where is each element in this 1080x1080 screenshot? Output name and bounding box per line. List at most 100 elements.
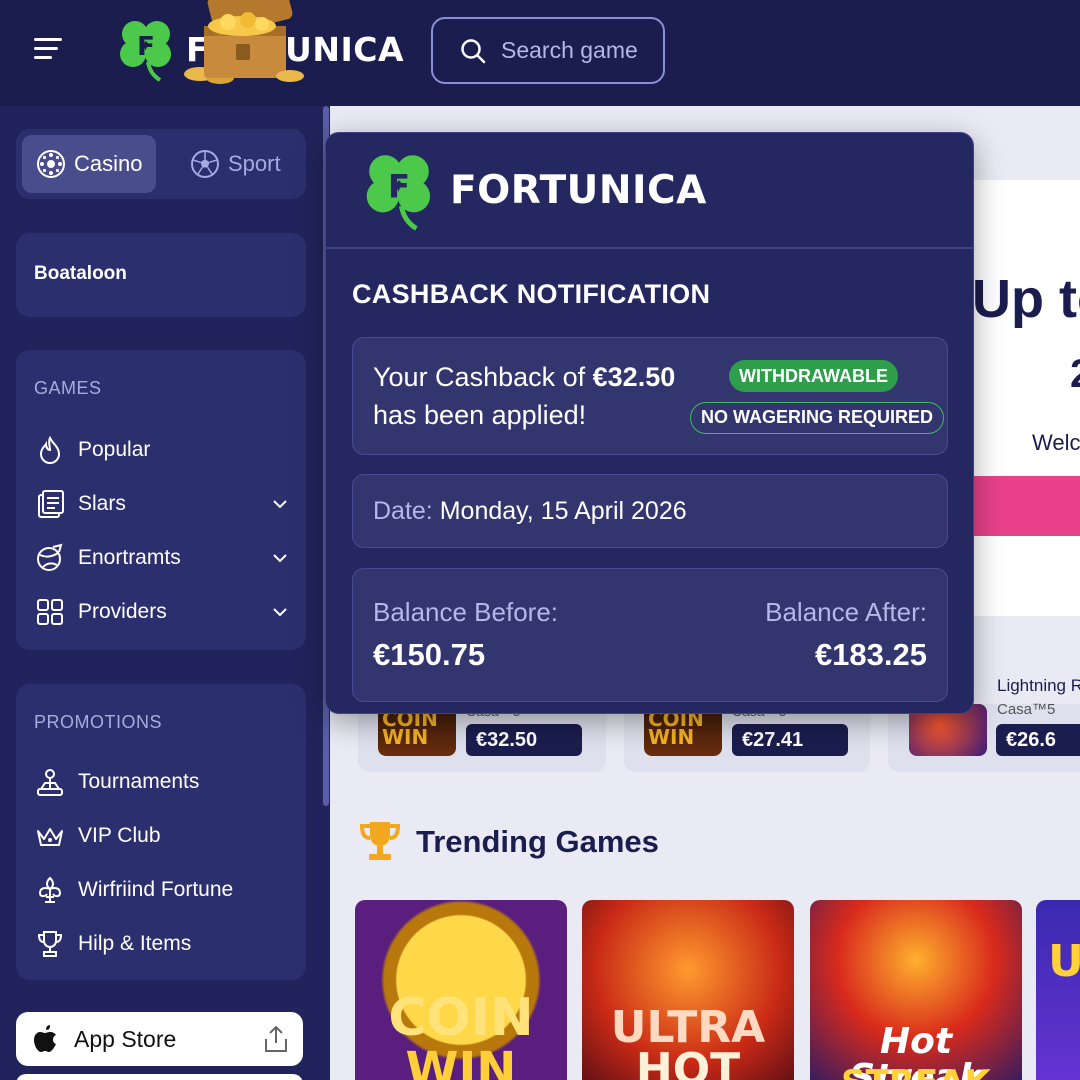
balance-after-value: €183.25 (814, 637, 927, 672)
notification-brand: FORTUNICA (450, 167, 707, 213)
sidebar-item-label: Hilp & Items (78, 932, 192, 955)
tab-sport-label: Sport (228, 151, 281, 176)
app-store-label: App Store (74, 1025, 177, 1052)
share-icon (265, 1025, 287, 1052)
sidebar-item-tournaments[interactable]: Tournaments (34, 760, 296, 804)
sidebar-item-popular[interactable]: Popular (34, 428, 296, 472)
sidebar-item-label: Popular (78, 438, 151, 461)
win-amount: €32.50 (466, 724, 582, 756)
top-header: F FORTUNICA Search game (0, 0, 1080, 106)
trophy-icon (37, 931, 63, 957)
flame-icon (39, 435, 61, 464)
chevron-down-icon[interactable] (272, 550, 288, 566)
sidebar-item-label: VIP Club (78, 824, 161, 847)
roulette-icon (37, 150, 65, 178)
game-tile[interactable]: Hot Streak STREAK (810, 900, 1022, 1080)
sidebar-item-wirfriind-fortune[interactable]: Wirfriind Fortune (34, 868, 296, 912)
win-amount: €27.41 (732, 724, 848, 756)
joystick-icon (37, 769, 63, 796)
game-title: U (1048, 936, 1080, 987)
game-title: COIN (388, 988, 534, 1048)
win-sub: Casa™5 (997, 701, 1056, 718)
thumb-title: COIN WIN (648, 707, 704, 749)
cashback-message: Your Cashback of €32.50 (373, 362, 675, 393)
cashback-prefix: Your Cashback of (373, 362, 593, 392)
tab-casino-label: Casino (74, 151, 143, 176)
promotions-section: PROMOTIONS Tournaments VIP Club Wirfriin… (16, 684, 306, 980)
clover-logo-icon: F (120, 21, 171, 82)
promo-card[interactable]: Boataloon (16, 233, 306, 317)
hero-headline: Up to (972, 269, 1080, 329)
svg-text:F: F (137, 32, 155, 62)
no-wagering-badge: NO WAGERING REQUIRED (690, 402, 945, 434)
cashback-amount: €32.50 (592, 362, 676, 392)
balance-before-label: Balance Before: (373, 597, 559, 627)
search-input[interactable]: Search game (431, 17, 665, 84)
treasure-chest-icon (184, 0, 304, 84)
divider (326, 247, 973, 249)
win-game-title: Lightning R (997, 676, 1080, 695)
withdrawable-badge: WITHDRAWABLE (729, 360, 898, 392)
hero-cta-button[interactable] (974, 476, 1080, 536)
balance-before-value: €150.75 (373, 637, 486, 672)
app-store-button[interactable]: App Store (16, 1012, 303, 1066)
sidebar-item-providers[interactable]: Providers (34, 590, 296, 634)
fleur-icon (38, 876, 62, 903)
date-label: Date: (373, 497, 433, 525)
slot-list-icon (38, 490, 64, 518)
mode-switch: Casino Sport (16, 129, 306, 199)
hamburger-menu-icon[interactable] (34, 38, 62, 60)
promotions-section-title: PROMOTIONS (34, 712, 163, 732)
hero-number: 2 (1070, 352, 1080, 397)
sidebar-item-label: Providers (78, 600, 167, 623)
soccer-ball-icon (191, 150, 219, 178)
trending-header: Trending Games (356, 818, 659, 866)
recent-win-card[interactable]: COIN WIN Casa™5 €27.41 (624, 703, 870, 772)
clover-logo-icon: F (366, 155, 431, 231)
google-play-button[interactable] (16, 1074, 303, 1080)
sidebar-item-label: Tournaments (78, 770, 200, 793)
date-box: Date: Monday, 15 April 2026 (352, 474, 948, 548)
search-icon (461, 38, 486, 63)
search-placeholder: Search game (501, 37, 638, 63)
game-subtitle: HOT (635, 1044, 741, 1080)
game-subtitle: STREAK (810, 1066, 1022, 1080)
cashback-message-box: Your Cashback of €32.50 has been applied… (352, 337, 948, 455)
notification-logo: F FORTUNICA (364, 149, 707, 231)
sidebar-item-hilp-items[interactable]: Hilp & Items (34, 922, 296, 966)
tab-sport[interactable]: Sport (182, 135, 300, 193)
trophy-icon (359, 822, 401, 860)
hero-welcome: Welc (1032, 430, 1080, 455)
game-tile[interactable]: U (1036, 900, 1080, 1080)
cashback-message-suffix: has been applied! (373, 400, 587, 430)
cashback-notification: F FORTUNICA CASHBACK NOTIFICATION Your C… (325, 132, 974, 714)
game-subtitle: WIN (405, 1042, 517, 1080)
crown-icon (37, 828, 63, 846)
svg-text:F: F (388, 167, 410, 205)
game-tile[interactable]: COIN WIN (355, 900, 567, 1080)
date-line: Date: Monday, 15 April 2026 (373, 497, 687, 526)
grid-icon (37, 599, 63, 625)
thumb-title: COIN WIN (382, 707, 438, 749)
hero-banner[interactable] (974, 180, 1080, 616)
sidebar-item-slars[interactable]: Slars (34, 482, 296, 526)
promo-card-label: Boataloon (34, 263, 127, 284)
trending-title: Trending Games (416, 824, 659, 859)
apple-icon (34, 1025, 56, 1052)
sidebar-item-label: Slars (78, 492, 126, 515)
date-value: Monday, 15 April 2026 (439, 497, 687, 525)
game-tile[interactable]: ULTRA HOT (582, 900, 794, 1080)
sidebar-item-vip-club[interactable]: VIP Club (34, 814, 296, 858)
chevron-down-icon[interactable] (272, 496, 288, 512)
sidebar-item-enortramts[interactable]: Enortramts (34, 536, 296, 580)
win-amount: €26.6 (996, 724, 1080, 756)
balance-after-label: Balance After: (765, 597, 927, 627)
ball-icon (37, 543, 63, 571)
tab-casino[interactable]: Casino (22, 135, 156, 193)
chevron-down-icon[interactable] (272, 604, 288, 620)
sidebar-item-label: Wirfriind Fortune (78, 878, 234, 901)
balance-box: Balance Before: Balance After: €150.75 €… (352, 568, 948, 702)
notification-title: CASHBACK NOTIFICATION (352, 279, 711, 309)
recent-win-card[interactable]: COIN WIN Casa™5 €32.50 (358, 703, 606, 772)
games-section-title: GAMES (34, 378, 102, 398)
